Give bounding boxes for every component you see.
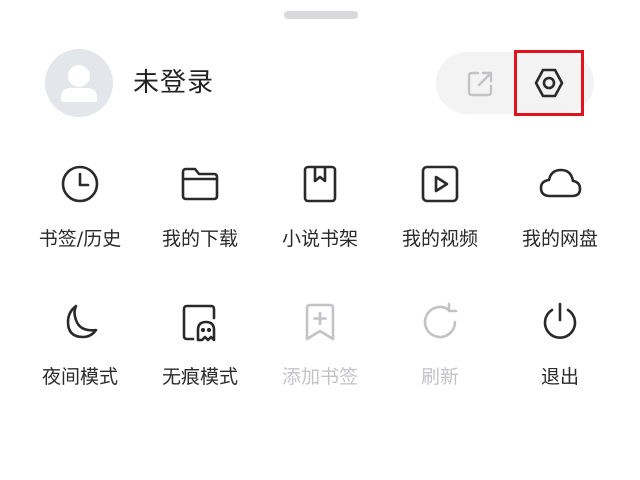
menu-item-add-bookmark[interactable]: 添加书签 [260, 298, 380, 389]
menu-item-label: 书签/历史 [38, 228, 122, 250]
book-bookmark-icon [303, 165, 337, 203]
ghost-incognito-icon [182, 304, 216, 342]
settings-hexagon-icon [534, 68, 564, 98]
menu-item-cloud-drive[interactable]: 我的网盘 [500, 160, 620, 251]
menu-item-label: 无痕模式 [161, 366, 238, 388]
menu-row-2: 夜间模式 无痕模式 添加书签 刷新 退出 [20, 298, 620, 389]
settings-button[interactable] [514, 50, 584, 116]
menu-item-videos[interactable]: 我的视频 [380, 160, 500, 251]
moon-icon [66, 304, 98, 339]
add-bookmark-icon [305, 303, 335, 341]
user-avatar-icon[interactable] [45, 49, 113, 117]
power-icon [543, 302, 577, 339]
menu-item-label: 夜间模式 [41, 366, 118, 388]
menu-item-label: 退出 [540, 366, 579, 388]
menu-item-downloads[interactable]: 我的下载 [140, 160, 260, 251]
menu-item-exit[interactable]: 退出 [500, 298, 620, 389]
login-status-label[interactable]: 未登录 [133, 66, 214, 100]
folder-icon [181, 167, 219, 201]
menu-item-refresh[interactable]: 刷新 [380, 298, 500, 389]
menu-item-label: 添加书签 [281, 366, 358, 388]
menu-item-label: 我的网盘 [521, 228, 598, 250]
menu-row-1: 书签/历史 我的下载 小说书架 我的视频 我的网盘 [20, 160, 620, 251]
menu-item-label: 刷新 [420, 366, 459, 388]
menu-item-label: 小说书架 [281, 228, 358, 250]
menu-item-label: 我的下载 [161, 228, 238, 250]
menu-item-novel-shelf[interactable]: 小说书架 [260, 160, 380, 251]
clock-icon [61, 165, 99, 203]
refresh-icon [423, 302, 458, 339]
menu-item-label: 我的视频 [401, 228, 478, 250]
menu-item-bookmarks-history[interactable]: 书签/历史 [20, 160, 140, 251]
play-video-icon [421, 165, 459, 203]
drag-handle[interactable] [284, 11, 358, 19]
menu-item-incognito-mode[interactable]: 无痕模式 [140, 298, 260, 389]
menu-sheet: 未登录 书签/历史 我的下载 小说书架 我的视频 我的网盘 夜间模式 无痕模式 … [0, 0, 640, 480]
share-button[interactable] [457, 61, 503, 107]
cloud-icon [539, 168, 582, 198]
external-share-icon [467, 71, 493, 97]
menu-item-night-mode[interactable]: 夜间模式 [20, 298, 140, 389]
